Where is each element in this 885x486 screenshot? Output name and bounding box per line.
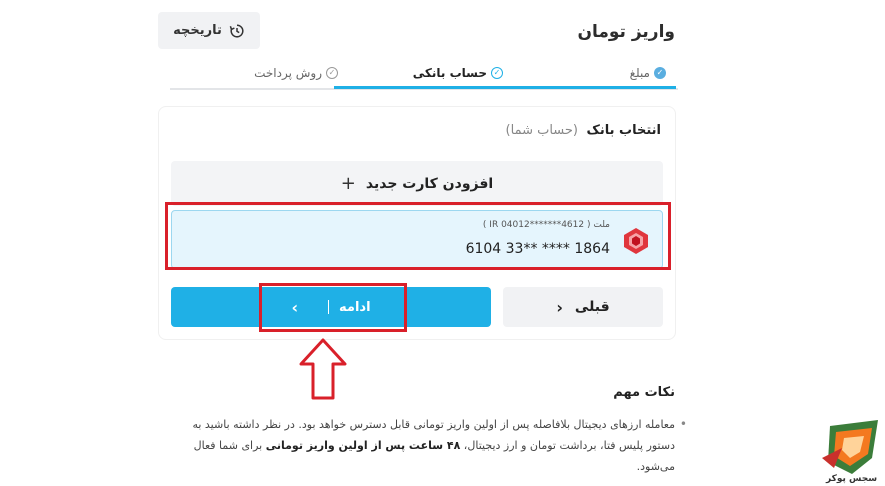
bank-section-title: انتخاب بانک (حساب شما) — [506, 123, 661, 138]
history-icon — [229, 23, 244, 38]
check-icon: ✓ — [491, 67, 503, 79]
step-payment-label: روش پرداخت — [254, 66, 322, 80]
chevron-left-icon: ‹ — [556, 297, 563, 317]
prev-button[interactable]: قبلی ‹ — [503, 287, 663, 327]
add-card-label: افزودن کارت جدید — [365, 175, 494, 192]
prev-label: قبلی — [574, 299, 610, 315]
check-icon: ✓ — [654, 67, 666, 79]
bank-section-title-text: انتخاب بانک — [586, 123, 661, 138]
step-amount-label: مبلغ — [629, 66, 650, 80]
plus-icon: + — [340, 173, 356, 194]
step-progress-bar-done — [494, 86, 676, 89]
arrow-up-icon — [299, 338, 347, 400]
check-icon: ✓ — [326, 67, 338, 79]
notes-text-bold: ۴۸ ساعت پس از اولین واریز تومانی — [265, 439, 461, 452]
page-title: واریز تومان — [577, 22, 675, 42]
bank-section-subtitle: (حساب شما) — [505, 123, 579, 138]
step-bank-label: حساب بانکی — [412, 66, 487, 80]
bullet: • — [679, 417, 687, 431]
highlight-outline — [165, 202, 671, 270]
notes-title: نکات مهم — [613, 385, 675, 400]
step-progress-bar — [334, 86, 494, 89]
step-bank-account[interactable]: ✓ حساب بانکی — [413, 66, 503, 80]
bank-selection-card: انتخاب بانک (حساب شما) افزودن کارت جدید … — [158, 106, 676, 340]
history-label: تاریخچه — [173, 23, 222, 38]
step-amount[interactable]: ✓ مبلغ — [630, 66, 666, 80]
notes-body: • معامله ارزهای دیجیتال بلافاصله پس از ا… — [167, 414, 687, 477]
watermark-text: سجس پوکر — [826, 474, 878, 484]
highlight-outline — [259, 283, 407, 332]
history-button[interactable]: تاریخچه — [158, 12, 260, 49]
add-card-button[interactable]: افزودن کارت جدید + — [171, 161, 663, 206]
step-payment-method[interactable]: ✓ روش پرداخت — [254, 66, 338, 80]
